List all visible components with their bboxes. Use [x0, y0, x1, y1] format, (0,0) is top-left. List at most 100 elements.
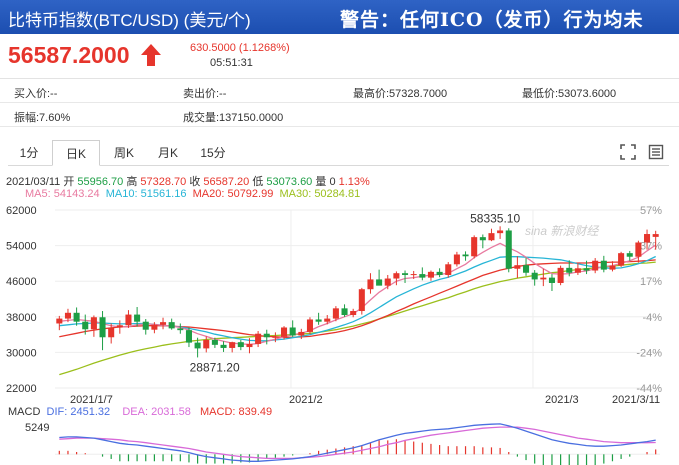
y-tick-label: 54000 [6, 241, 37, 253]
candle [557, 267, 564, 283]
vol-label: 量 [315, 176, 327, 188]
candle [358, 289, 365, 312]
macd-legend: MACD DIF: 2451.32 DEA: 2031.58 MACD: 839… [8, 406, 272, 418]
tab-weekly[interactable]: 周K [104, 140, 144, 166]
dif-value: DIF: 2451.32 [46, 406, 111, 418]
volume: 成交量:137150.0000 [183, 112, 284, 124]
candle [324, 318, 331, 322]
app-header: 比特币指数(BTC/USD) (美元/个) 警告：任何ICO（发币）行为均未 [0, 0, 679, 34]
period-tabs: 1分 日K 周K 月K 15分 [8, 140, 669, 166]
min-annotation: 28871.20 [190, 360, 240, 374]
ask-price: 卖出价:-- [183, 88, 227, 100]
candle [272, 336, 279, 338]
candle [523, 265, 530, 273]
x-tick-label: 2021/2 [289, 394, 323, 406]
candle [160, 322, 167, 325]
close-value: 56587.20 [203, 176, 250, 188]
candle [125, 314, 132, 326]
pct-tick-label: 37% [640, 241, 662, 253]
warning-banner: 警告：任何ICO（发币）行为均未 [340, 9, 644, 31]
tab-daily[interactable]: 日K [52, 140, 100, 166]
page-title: 比特币指数(BTC/USD) (美元/个) [8, 11, 251, 30]
current-price: 56587.2000 [8, 42, 130, 68]
high-label: 高 [126, 176, 138, 188]
candle [332, 308, 339, 319]
ma30-value: MA30: 50284.81 [279, 188, 361, 200]
ma5-value: MA5: 54143.24 [25, 188, 100, 200]
x-tick-label: 2021/1/7 [70, 394, 113, 406]
pct-tick-label: 17% [640, 276, 662, 288]
candle [453, 254, 460, 265]
candle [566, 267, 573, 273]
candle [462, 254, 469, 257]
high-value: 57328.70 [140, 176, 187, 188]
stats-panel: 买入价:-- 卖出价:-- 最高价:57328.7000 最低价:53073.6… [0, 78, 679, 127]
candle [142, 321, 149, 330]
watermark: sina 新浪财经 [525, 224, 600, 238]
candle [609, 265, 616, 270]
ma30-line [59, 261, 656, 376]
open-value: 55956.70 [77, 176, 124, 188]
tab-monthly[interactable]: 月K [148, 140, 188, 166]
candle [410, 274, 417, 276]
high-price: 最高价:57328.7000 [353, 88, 448, 100]
candle [108, 327, 115, 338]
candle [298, 331, 305, 336]
candle [540, 277, 547, 280]
macd-value: MACD: 839.49 [200, 406, 273, 418]
ohlc-line: 2021/03/11 开 55956.70 高 57328.70 收 56587… [6, 173, 370, 189]
candle [211, 339, 218, 345]
pct-tick-label: -24% [636, 347, 662, 359]
candle [600, 260, 607, 270]
candle [177, 328, 184, 331]
candle [151, 324, 158, 330]
candle [64, 312, 71, 319]
quote-time: 05:51:31 [210, 57, 253, 69]
max-annotation: 58335.10 [470, 211, 520, 225]
candle [99, 317, 106, 338]
candle [367, 279, 374, 290]
candle [185, 330, 192, 343]
pct-tick-label: 57% [640, 205, 662, 217]
ma-legend: MA5: 54143.24 MA10: 51561.16 MA20: 50792… [25, 188, 360, 200]
tab-15min[interactable]: 15分 [192, 140, 234, 166]
kline-chart[interactable]: 62000 54000 46000 38000 30000 22000 57% 37% 17% -… [0, 200, 679, 465]
x-tick-label: 2021/3 [545, 394, 579, 406]
candle [90, 317, 97, 330]
up-arrow-icon [141, 44, 161, 66]
low-price: 最低价:53073.6000 [522, 88, 617, 100]
candle [471, 237, 478, 257]
candle [73, 312, 80, 322]
candle [350, 311, 357, 316]
price-change: 630.5000 (1.1268%) [190, 42, 290, 54]
candle [229, 342, 236, 348]
candle [281, 327, 288, 337]
candle [341, 308, 348, 316]
candle [246, 343, 253, 348]
candle [618, 253, 625, 266]
stats-row: 振幅:7.60% 成交量:137150.0000 [0, 103, 679, 127]
fullscreen-icon[interactable] [620, 144, 636, 160]
bid-price: 买入价:-- [14, 88, 58, 100]
tab-1min[interactable]: 1分 [8, 140, 50, 166]
candle [514, 265, 521, 269]
stats-row: 买入价:-- 卖出价:-- 最高价:57328.7000 最低价:53073.6… [0, 79, 679, 103]
low-label: 低 [252, 176, 264, 188]
vol-value: 0 [329, 176, 336, 188]
close-label: 收 [189, 176, 201, 188]
candle [116, 325, 123, 328]
candle [393, 273, 400, 279]
candle [419, 274, 426, 278]
candle [548, 277, 555, 283]
candle [531, 272, 538, 280]
candle [635, 242, 642, 257]
dea-value: DEA: 2031.58 [122, 406, 191, 418]
settings-icon[interactable] [648, 144, 664, 160]
ma20-value: MA20: 50792.99 [192, 188, 274, 200]
candle [255, 333, 262, 344]
low-value: 53073.60 [266, 176, 313, 188]
pct-value: 1.13% [338, 176, 370, 188]
candle [644, 234, 651, 243]
candle [626, 253, 633, 257]
candle [592, 260, 599, 271]
